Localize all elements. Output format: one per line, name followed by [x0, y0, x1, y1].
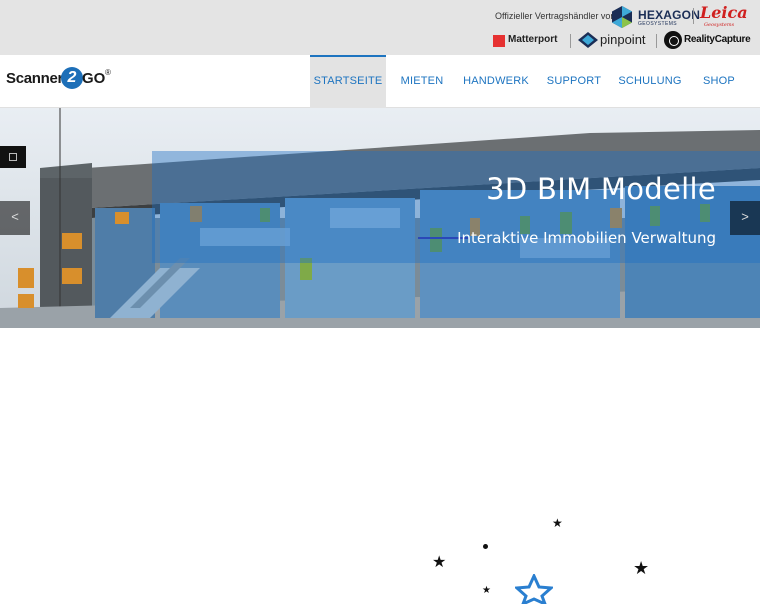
slider-prev-button[interactable]: < — [0, 201, 30, 235]
matterport-name: Matterport — [508, 34, 558, 45]
matterport-icon — [493, 35, 505, 47]
realitycapture-icon — [664, 31, 682, 49]
leica-sub: Geosystems — [704, 22, 735, 28]
nav-handwerk[interactable]: HANDWERK — [462, 55, 530, 108]
hero-subtitle: Interaktive Immobilien Verwaltung — [457, 229, 716, 247]
partner-label: Offizieller Vertragshändler von: — [495, 11, 618, 21]
pinpoint-icon — [578, 32, 598, 48]
hexagon-icon — [612, 6, 632, 28]
nav-schulung[interactable]: SCHULUNG — [616, 55, 684, 108]
bim-building-illustration — [0, 108, 760, 328]
divider — [570, 34, 571, 48]
nav-support[interactable]: SUPPORT — [544, 55, 604, 108]
slider-next-button[interactable]: > — [730, 201, 760, 235]
leica-logo[interactable]: Leica Geosystems — [698, 3, 748, 31]
pinpoint-name: pinpoint — [600, 32, 646, 47]
realitycapture-name: RealityCapture — [684, 34, 751, 45]
logo-badge-2: 2 — [61, 67, 83, 89]
star-icon: ★ — [633, 558, 650, 579]
nav-shop[interactable]: SHOP — [698, 55, 740, 108]
divider — [693, 8, 694, 24]
divider — [656, 34, 657, 48]
logo-registered-mark: ® — [105, 68, 111, 77]
hero-slider: 3D BIM Modelle Interaktive Immobilien Ve… — [0, 108, 760, 328]
leica-name: Leica — [700, 3, 748, 22]
dot-decoration — [483, 544, 488, 549]
hexagon-logo[interactable]: HEXAGON GEOSYSTEMS — [610, 5, 700, 29]
stop-icon — [9, 153, 17, 161]
slider-pause-button[interactable] — [0, 146, 26, 168]
partner-bar: Offizieller Vertragshändler von: HEXAGON… — [0, 0, 760, 55]
hexagon-name: HEXAGON — [638, 8, 701, 22]
star-icon: ★ — [432, 552, 447, 571]
star-icon: ★ — [552, 516, 563, 530]
nav-startseite[interactable]: STARTSEITE — [310, 55, 386, 108]
logo-text-go: GO — [82, 70, 106, 87]
hero-title: 3D BIM Modelle — [486, 172, 716, 206]
logo-text-scanner: Scanner — [6, 70, 64, 87]
content-area: ★ ★ ★ ★ — [0, 328, 760, 604]
main-navbar: Scanner 2 GO ® STARTSEITE MIETEN HANDWER… — [0, 55, 760, 108]
hexagon-sub: GEOSYSTEMS — [638, 21, 678, 27]
nav-mieten[interactable]: MIETEN — [392, 55, 452, 108]
star-icon: ★ — [482, 585, 491, 596]
